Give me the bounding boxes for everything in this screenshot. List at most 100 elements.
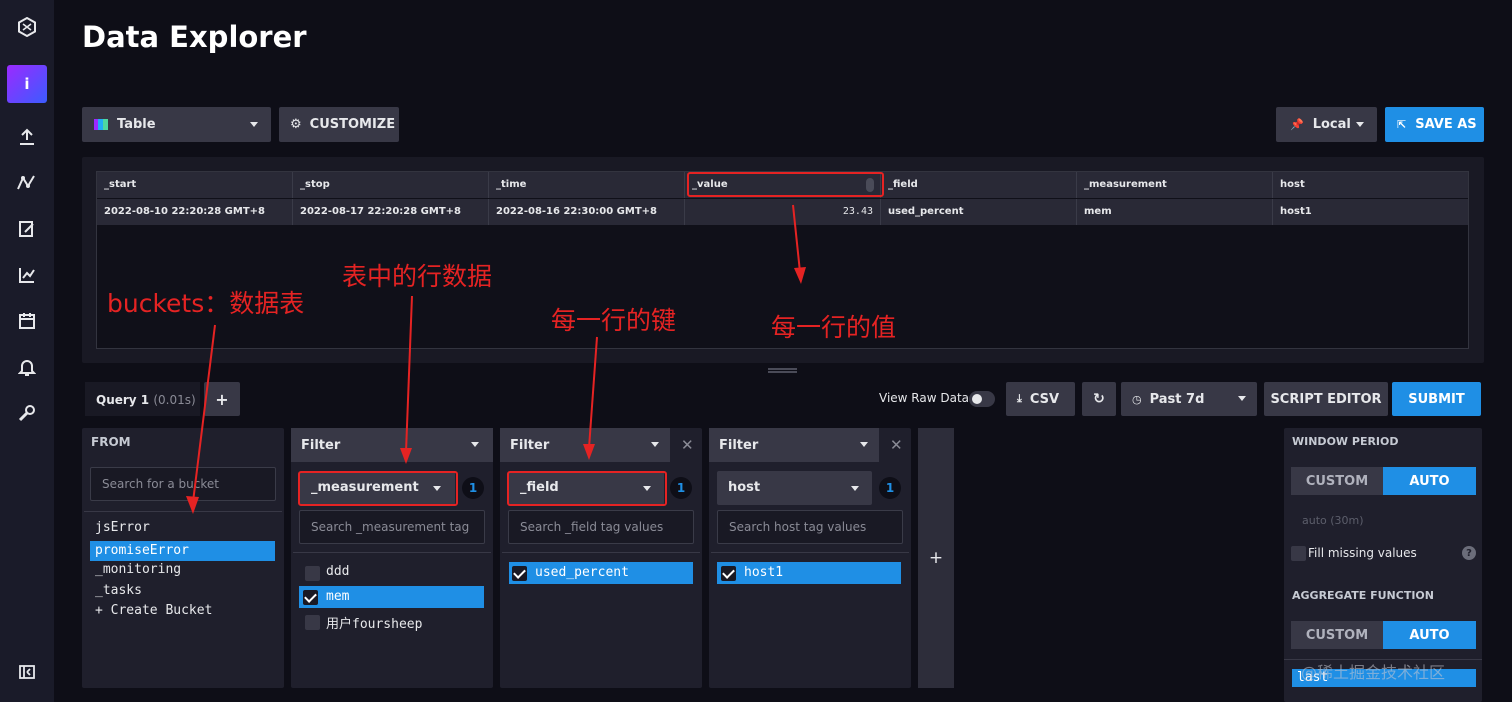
host-key-dropdown[interactable]: host <box>717 471 872 505</box>
filter-panel-field <box>500 428 702 688</box>
table-cell: used_percent <box>881 199 1077 225</box>
avatar-initial: i <box>24 75 30 93</box>
column-header-stop[interactable]: _stop <box>293 172 489 198</box>
csv-label: CSV <box>1029 391 1060 407</box>
measurement-search-input[interactable]: Search _measurement tag <box>299 510 485 544</box>
view-raw-data-toggle[interactable] <box>969 391 995 407</box>
measurement-highlight-box <box>298 471 458 506</box>
checkbox-checked[interactable] <box>721 566 736 581</box>
filter-header[interactable]: Filter <box>500 428 670 462</box>
help-icon[interactable]: ? <box>1462 546 1476 560</box>
gear-icon: ⚙ <box>290 117 302 132</box>
upload-icon[interactable] <box>14 124 40 150</box>
submit-button[interactable]: SUBMIT <box>1392 382 1481 416</box>
tag-value[interactable]: 用户foursheep <box>321 611 481 632</box>
resize-handle[interactable] <box>768 368 797 373</box>
host-search-input[interactable]: Search host tag values <box>717 510 903 544</box>
influx-logo-icon[interactable] <box>14 14 40 40</box>
create-bucket-link[interactable]: + Create Bucket <box>90 601 275 621</box>
checkbox[interactable] <box>305 615 320 630</box>
pin-icon: 📌 <box>1290 118 1304 131</box>
timezone-label: Local <box>1312 117 1351 132</box>
bucket-item-selected[interactable]: promiseError <box>90 541 275 561</box>
column-header-host[interactable]: host <box>1273 172 1468 198</box>
chevron-down-icon <box>851 486 859 491</box>
add-filter-button[interactable]: + <box>918 428 954 688</box>
view-raw-data-label: View Raw Data <box>879 391 969 405</box>
refresh-icon[interactable]: ↻ <box>1082 382 1116 416</box>
aggregate-function-header: AGGREGATE FUNCTION <box>1292 589 1434 602</box>
add-query-button[interactable]: + <box>204 382 240 416</box>
data-explorer-icon[interactable] <box>14 170 40 196</box>
aggregate-auto-toggle[interactable]: AUTO <box>1383 621 1476 649</box>
save-as-button[interactable]: ⇱ SAVE AS <box>1385 107 1484 142</box>
chevron-down-icon[interactable] <box>651 442 659 447</box>
time-range-label: Past 7d <box>1149 391 1205 407</box>
collapse-icon[interactable] <box>14 659 40 685</box>
bell-icon[interactable] <box>14 354 40 380</box>
chevron-down-icon[interactable] <box>860 442 868 447</box>
column-header-time[interactable]: _time <box>489 172 685 198</box>
column-header-measurement[interactable]: _measurement <box>1077 172 1273 198</box>
value-highlight-box <box>687 172 884 197</box>
calendar-icon[interactable] <box>14 308 40 334</box>
table-cell: mem <box>1077 199 1273 225</box>
tag-value[interactable]: ddd <box>321 562 481 582</box>
checkbox[interactable] <box>305 566 320 581</box>
from-header: FROM <box>91 435 131 449</box>
bucket-item[interactable]: _tasks <box>90 581 275 601</box>
filter-header[interactable]: Filter <box>709 428 879 462</box>
tag-value[interactable]: mem <box>321 587 481 607</box>
auto-period-hint: auto (30m) <box>1302 514 1364 527</box>
checkbox-checked[interactable] <box>303 590 318 605</box>
bucket-search-input[interactable]: Search for a bucket <box>90 467 276 501</box>
query-tab[interactable]: Query 1 (0.01s) <box>85 382 200 416</box>
aggregate-custom-toggle[interactable]: CUSTOM <box>1291 621 1383 649</box>
save-as-label: SAVE AS <box>1415 117 1477 132</box>
timezone-dropdown[interactable]: 📌 Local <box>1276 107 1377 142</box>
script-editor-button[interactable]: SCRIPT EDITOR <box>1264 382 1388 416</box>
selected-count-badge: 1 <box>670 477 692 499</box>
table-cell-value: 23.43 <box>685 199 881 225</box>
export-icon: ⇱ <box>1397 118 1407 131</box>
tag-value[interactable]: used_percent <box>530 563 690 583</box>
selected-count-badge: 1 <box>879 477 901 499</box>
filter-header[interactable]: Filter <box>291 428 493 462</box>
table-cell: host1 <box>1273 199 1468 225</box>
bucket-item[interactable]: jsError <box>90 518 275 538</box>
user-avatar-icon[interactable]: i <box>7 65 47 103</box>
notebook-icon[interactable] <box>14 216 40 242</box>
chevron-down-icon[interactable] <box>471 442 479 447</box>
viz-type-dropdown[interactable]: Table <box>82 107 271 142</box>
window-custom-toggle[interactable]: CUSTOM <box>1291 467 1383 495</box>
column-header-start[interactable]: _start <box>97 172 293 198</box>
watermark: @稀土掘金技术社区 <box>1301 663 1446 682</box>
window-period-header: WINDOW PERIOD <box>1292 435 1399 448</box>
field-highlight-box <box>507 471 667 506</box>
table-cell: 2022-08-17 22:20:28 GMT+8 <box>293 199 489 225</box>
filter-panel-measurement <box>291 428 493 688</box>
checkbox-checked[interactable] <box>512 566 527 581</box>
wrench-icon[interactable] <box>14 400 40 426</box>
close-icon[interactable]: ✕ <box>681 436 694 454</box>
fill-missing-checkbox[interactable] <box>1291 546 1306 561</box>
close-icon[interactable]: ✕ <box>890 436 903 454</box>
tag-value[interactable]: host1 <box>739 563 899 583</box>
csv-button[interactable]: ⤓ CSV <box>1006 382 1075 416</box>
column-header-field[interactable]: _field <box>881 172 1077 198</box>
field-search-input[interactable]: Search _field tag values <box>508 510 694 544</box>
annotation-keys: 每一行的键 <box>551 306 677 335</box>
table-icon <box>94 119 108 130</box>
viz-type-label: Table <box>117 117 156 132</box>
annotation-values: 每一行的值 <box>771 313 897 342</box>
page-title: Data Explorer <box>82 20 307 54</box>
bucket-item[interactable]: _monitoring <box>90 560 275 580</box>
fill-missing-label: Fill missing values <box>1308 546 1417 560</box>
download-icon: ⤓ <box>1017 392 1022 405</box>
window-auto-toggle[interactable]: AUTO <box>1383 467 1476 495</box>
chevron-down-icon <box>1356 122 1364 127</box>
customize-button[interactable]: ⚙ CUSTOMIZE <box>279 107 399 142</box>
time-range-dropdown[interactable]: ◷ Past 7d <box>1121 382 1257 416</box>
dashboard-icon[interactable] <box>14 262 40 288</box>
table-cell: 2022-08-10 22:20:28 GMT+8 <box>97 199 293 225</box>
